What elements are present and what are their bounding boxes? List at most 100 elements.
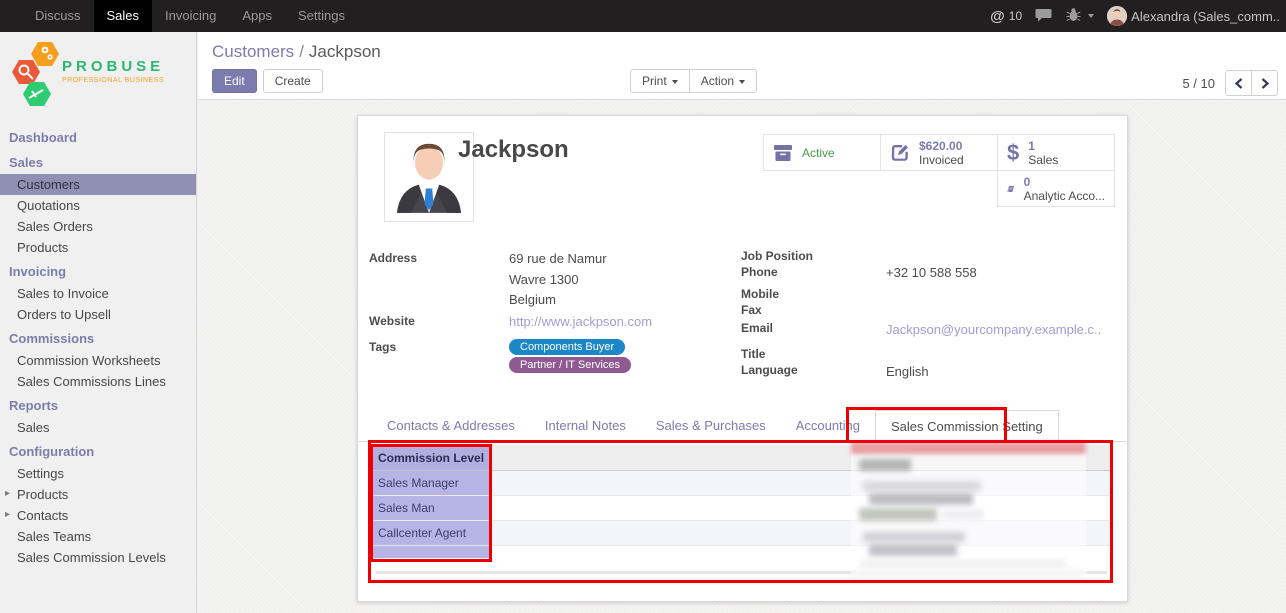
redacted-column-header-blur	[851, 442, 1086, 454]
tags-label: Tags	[369, 340, 396, 354]
active-stat-button[interactable]: Active	[763, 134, 881, 171]
sidebar-item-products[interactable]: Products	[0, 237, 196, 258]
address-line-street: 69 rue de Namur	[509, 251, 607, 266]
breadcrumb-current: Jackpson	[309, 42, 381, 61]
tab-sales-commission-setting[interactable]: Sales Commission Setting	[875, 410, 1059, 442]
sidebar-item-label: Contacts	[17, 508, 68, 523]
sidebar-item-orders-to-upsell[interactable]: Orders to Upsell	[0, 304, 196, 325]
active-label: Active	[802, 146, 835, 160]
mentions-button[interactable]: @ 10	[990, 8, 1022, 25]
user-menu-button[interactable]: Alexandra (Sales_comm..	[1107, 6, 1280, 26]
edit-button[interactable]: Edit	[212, 69, 257, 93]
commission-level-cell: Callcenter Agent	[372, 521, 491, 545]
sidebar-item-sales-orders[interactable]: Sales Orders	[0, 216, 196, 237]
invoiced-label: Invoiced	[919, 153, 964, 167]
menu-apps[interactable]: Apps	[229, 0, 285, 32]
sidebar-item-config-contacts[interactable]: ▸ Contacts	[0, 505, 196, 526]
archive-box-icon	[773, 144, 793, 162]
title-label: Title	[741, 347, 765, 361]
sidebar: PROBUSE PROFESSIONAL BUSINESS Dashboard …	[0, 32, 197, 613]
mentions-count: 10	[1009, 9, 1022, 23]
chevron-down-icon	[739, 80, 745, 84]
sidebar-item-config-products[interactable]: ▸ Products	[0, 484, 196, 505]
bug-icon	[1066, 7, 1081, 25]
sales-stat-button[interactable]: $ 1 Sales	[997, 134, 1115, 171]
sidebar-item-sales-teams[interactable]: Sales Teams	[0, 526, 196, 547]
dollar-icon: $	[1007, 143, 1019, 163]
sidebar-header-invoicing[interactable]: Invoicing	[0, 258, 196, 283]
top-navbar: Discuss Sales Invoicing Apps Settings @ …	[0, 0, 1286, 32]
main-area: Customers / Jackpson Edit Create Print Act…	[198, 32, 1286, 613]
website-link[interactable]: http://www.jackpson.com	[509, 314, 652, 329]
menu-sales[interactable]: Sales	[94, 0, 153, 32]
sidebar-item-sales-to-invoice[interactable]: Sales to Invoice	[0, 283, 196, 304]
breadcrumb: Customers / Jackpson	[198, 32, 1286, 62]
address-line-city: Wavre 1300	[509, 272, 579, 287]
commission-level-column-header: Commission Level	[372, 445, 491, 470]
sidebar-item-commission-worksheets[interactable]: Commission Worksheets	[0, 350, 196, 371]
sales-count: 1	[1028, 139, 1058, 153]
sidebar-item-customers[interactable]: Customers	[0, 174, 196, 195]
sidebar-item-settings[interactable]: Settings	[0, 463, 196, 484]
menu-discuss[interactable]: Discuss	[22, 0, 94, 32]
chevron-right-icon	[1261, 78, 1269, 89]
sidebar-item-reports-sales[interactable]: Sales	[0, 417, 196, 438]
tab-sales-purchases[interactable]: Sales & Purchases	[641, 410, 781, 441]
highlighted-empty-cell	[372, 546, 491, 558]
commission-level-cell: Sales Manager	[372, 471, 491, 495]
user-name: Alexandra (Sales_comm..	[1131, 9, 1280, 24]
tag-partner-it-services: Partner / IT Services	[509, 357, 631, 373]
form-view-background: Jackpson Active $620.00 Invoiced $	[198, 100, 1286, 613]
sidebar-header-configuration[interactable]: Configuration	[0, 438, 196, 463]
language-value: English	[886, 364, 929, 379]
menu-invoicing[interactable]: Invoicing	[152, 0, 229, 32]
print-dropdown-button[interactable]: Print	[630, 69, 690, 93]
sales-label: Sales	[1028, 153, 1058, 167]
commission-level-cell: Sales Man	[372, 496, 491, 520]
action-dropdown-button[interactable]: Action	[689, 69, 757, 93]
invoiced-stat-button[interactable]: $620.00 Invoiced	[880, 134, 998, 171]
sidebar-item-quotations[interactable]: Quotations	[0, 195, 196, 216]
tab-contacts-addresses[interactable]: Contacts & Addresses	[372, 410, 530, 441]
redacted-blob	[941, 510, 983, 519]
sidebar-item-sales-commissions-lines[interactable]: Sales Commissions Lines	[0, 371, 196, 392]
redacted-blob	[869, 544, 957, 556]
sidebar-header-sales[interactable]: Sales	[0, 149, 196, 174]
print-label: Print	[642, 74, 667, 88]
breadcrumb-customers-link[interactable]: Customers	[212, 42, 294, 61]
menu-settings[interactable]: Settings	[285, 0, 358, 32]
breadcrumb-separator: /	[299, 42, 304, 61]
tag-components-buyer: Components Buyer	[509, 339, 625, 355]
analytic-accounts-stat-button[interactable]: 0 Analytic Acco...	[997, 170, 1115, 207]
tab-internal-notes[interactable]: Internal Notes	[530, 410, 641, 441]
book-icon	[1007, 180, 1015, 198]
phone-label: Phone	[741, 265, 778, 279]
address-line-country: Belgium	[509, 292, 556, 307]
customer-name: Jackpson	[458, 136, 569, 164]
messages-button[interactable]	[1035, 8, 1053, 25]
chevron-down-icon	[1088, 14, 1094, 18]
sidebar-header-commissions[interactable]: Commissions	[0, 325, 196, 350]
sidebar-header-dashboard[interactable]: Dashboard	[0, 124, 196, 149]
create-button[interactable]: Create	[263, 69, 323, 93]
probuse-logo-icon	[8, 36, 68, 120]
pager-value: 5 / 10	[1182, 76, 1215, 91]
tab-accounting[interactable]: Accounting	[781, 410, 875, 441]
table-bottom-rule-2	[381, 581, 1093, 582]
sidebar-item-sales-commission-levels[interactable]: Sales Commission Levels	[0, 547, 196, 568]
pager-next-button[interactable]	[1251, 70, 1278, 96]
email-link[interactable]: Jackpson@yourcompany.example.c..	[886, 322, 1101, 337]
edit-pencil-icon	[890, 143, 910, 163]
redacted-blob	[863, 481, 981, 491]
redacted-blob	[869, 493, 973, 505]
language-label: Language	[741, 363, 798, 377]
fax-label: Fax	[741, 303, 762, 317]
debug-menu-button[interactable]	[1066, 7, 1094, 25]
logo-subtitle: PROFESSIONAL BUSINESS	[62, 77, 164, 84]
redacted-blob	[863, 532, 965, 542]
chevron-left-icon	[1235, 78, 1243, 89]
topbar-right-tools: @ 10	[990, 6, 1286, 26]
sidebar-header-reports[interactable]: Reports	[0, 392, 196, 417]
pager-previous-button[interactable]	[1225, 70, 1252, 96]
notebook-tabs: Contacts & Addresses Internal Notes Sale…	[359, 410, 1126, 442]
